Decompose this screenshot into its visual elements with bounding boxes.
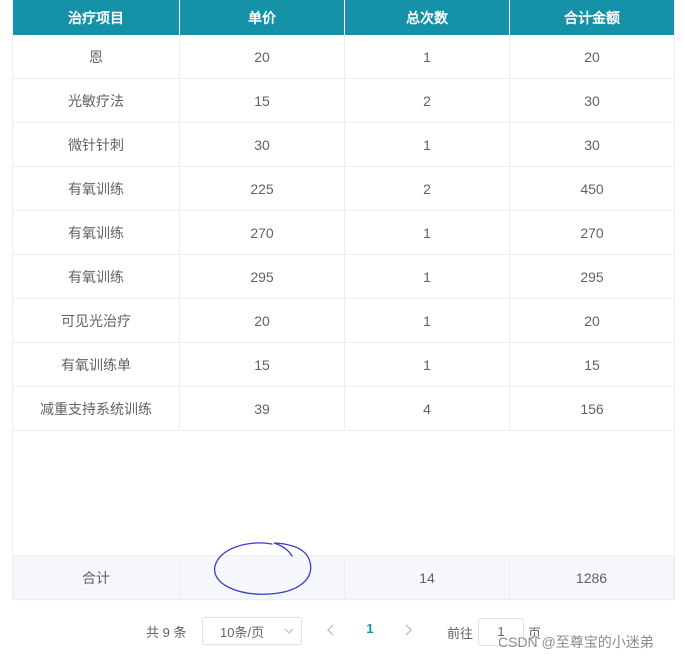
- page-size-select[interactable]: 10条/页: [202, 617, 302, 645]
- cell-item: 可见光治疗: [13, 299, 180, 342]
- table-row[interactable]: 光敏疗法 15 2 30: [13, 79, 674, 123]
- hand-drawn-circle-annotation: [214, 542, 312, 595]
- cell-count: 1: [345, 343, 510, 386]
- table-summary-row: 合计 14 1286: [13, 555, 674, 599]
- cell-price: 39: [180, 387, 345, 430]
- summary-label: 合计: [13, 556, 180, 599]
- table-row[interactable]: 微针针刺 30 1 30: [13, 123, 674, 167]
- summary-amount: 1286: [510, 556, 674, 599]
- column-header-amount[interactable]: 合计金额: [510, 0, 674, 35]
- summary-count: 14: [345, 556, 510, 599]
- cell-amount: 295: [580, 268, 604, 285]
- cell-item: 恩: [13, 35, 180, 78]
- page-size-value: 10条/页: [220, 624, 265, 640]
- cell-amount: 20: [584, 312, 600, 329]
- cell-item: 有氧训练单: [13, 343, 180, 386]
- chevron-right-icon[interactable]: [401, 622, 415, 638]
- cell-item: 光敏疗法: [13, 79, 180, 122]
- total-count: 共 9 条: [146, 625, 187, 640]
- cell-price: 20: [180, 35, 345, 78]
- table-header-row: 治疗项目 单价 总次数 合计金额: [13, 0, 674, 35]
- cell-price: 295: [180, 255, 345, 298]
- table-row[interactable]: 有氧训练单 15 1 15: [13, 343, 674, 387]
- cell-amount: 30: [584, 92, 600, 109]
- cell-count: 2: [345, 79, 510, 122]
- column-header-price[interactable]: 单价: [180, 0, 345, 35]
- cell-count: 4: [345, 387, 510, 430]
- cell-amount: 450: [580, 180, 604, 197]
- cell-count: 1: [345, 35, 510, 78]
- page-number-current[interactable]: 1: [362, 621, 378, 636]
- cell-price: 270: [180, 211, 345, 254]
- column-header-item[interactable]: 治疗项目: [13, 0, 180, 35]
- cell-item: 有氧训练: [13, 211, 180, 254]
- chevron-left-icon[interactable]: [324, 622, 338, 638]
- cell-count: 2: [345, 167, 510, 210]
- data-table: 治疗项目 单价 总次数 合计金额 恩 20 1 20 光敏疗法 15 2 30 …: [12, 0, 675, 600]
- table-row[interactable]: 有氧训练 270 1 270: [13, 211, 674, 255]
- cell-amount: 156: [580, 400, 604, 417]
- cell-count: 1: [345, 123, 510, 166]
- table-row[interactable]: 有氧训练 295 1 295: [13, 255, 674, 299]
- cell-price: 30: [180, 123, 345, 166]
- cell-price: 15: [180, 343, 345, 386]
- goto-prefix: 前往: [447, 626, 474, 641]
- cell-count: 1: [345, 211, 510, 254]
- column-header-count[interactable]: 总次数: [345, 0, 510, 35]
- cell-count: 1: [345, 299, 510, 342]
- cell-item: 减重支持系统训练: [13, 387, 180, 430]
- cell-count: 1: [345, 255, 510, 298]
- cell-amount: 20: [584, 48, 600, 65]
- table-row[interactable]: 恩 20 1 20: [13, 35, 674, 79]
- cell-price: 20: [180, 299, 345, 342]
- cell-price: 15: [180, 79, 345, 122]
- cell-item: 微针针刺: [13, 123, 180, 166]
- cell-item: 有氧训练: [13, 255, 180, 298]
- cell-amount: 30: [584, 136, 600, 153]
- table-row[interactable]: 可见光治疗 20 1 20: [13, 299, 674, 343]
- cell-amount: 270: [580, 224, 604, 241]
- chevron-down-icon: [284, 628, 294, 634]
- table-row[interactable]: 减重支持系统训练 39 4 156: [13, 387, 674, 431]
- cell-price: 225: [180, 167, 345, 210]
- table-row[interactable]: 有氧训练 225 2 450: [13, 167, 674, 211]
- watermark: CSDN @至尊宝的小迷弟: [498, 634, 654, 650]
- cell-amount: 15: [584, 356, 600, 373]
- cell-item: 有氧训练: [13, 167, 180, 210]
